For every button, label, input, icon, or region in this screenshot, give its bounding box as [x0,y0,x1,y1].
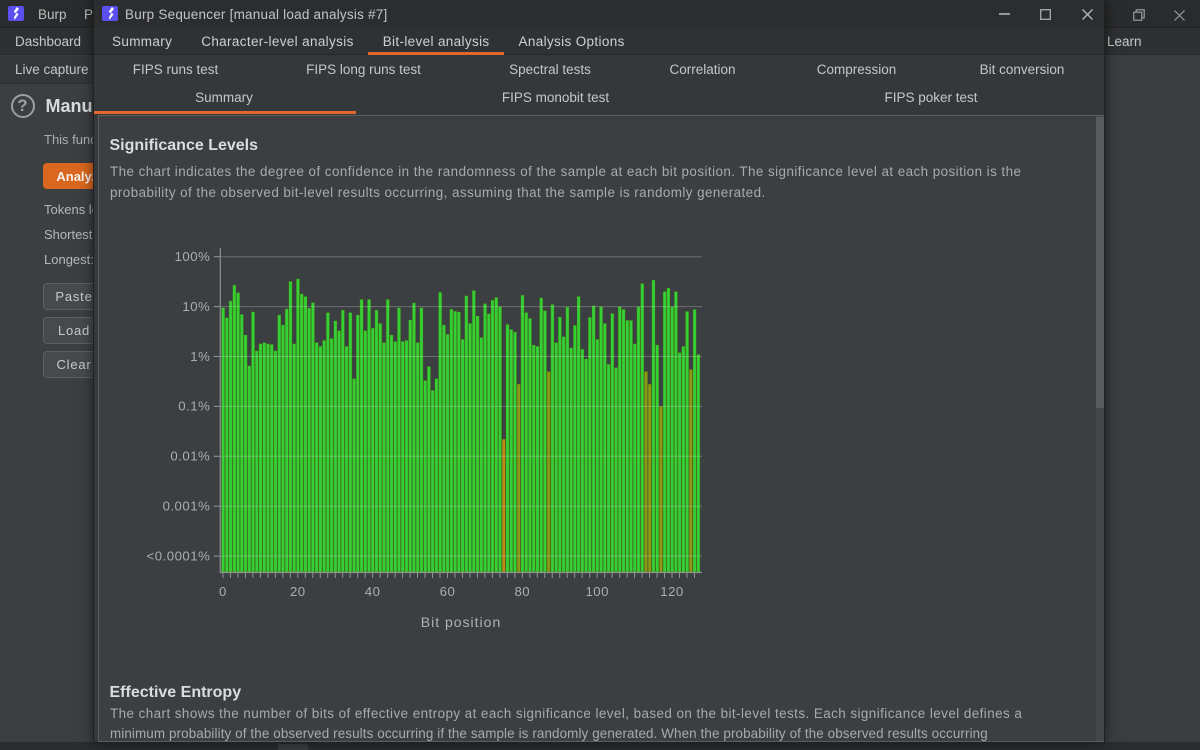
tab-dashboard[interactable]: Dashboard [15,34,81,49]
subtab-fips-poker-test[interactable]: FIPS poker test [884,90,977,105]
restore-window-icon[interactable] [1133,9,1145,21]
svg-text:0: 0 [218,584,226,599]
background-right-panel [1105,56,1200,742]
subtab-spectral-tests[interactable]: Spectral tests [509,62,591,77]
summary-report-panel: Significance Levels The chart indicates … [97,114,1104,742]
scrollbar[interactable] [1095,115,1104,741]
tab-character-level-analysis[interactable]: Character-level analysis [187,28,368,55]
subtab-correlation[interactable]: Correlation [669,62,735,77]
svg-text:20: 20 [289,584,305,599]
close-window-icon[interactable] [1082,9,1093,20]
subtab-fips-monobit-test[interactable]: FIPS monobit test [502,90,609,105]
svg-text:40: 40 [364,584,380,599]
longest-label: Longest: [44,252,94,267]
menu-burp[interactable]: Burp [38,7,67,22]
svg-text:80: 80 [514,584,530,599]
tab-bit-level-analysis[interactable]: Bit-level analysis [368,28,504,55]
svg-text:Bit position: Bit position [420,614,500,630]
svg-text:<0.0001%: <0.0001% [146,548,210,563]
effective-entropy-heading: Effective Entropy [109,684,242,701]
subtab-bit-conversion[interactable]: Bit conversion [980,62,1065,77]
subtab-fips-runs-test[interactable]: FIPS runs test [133,62,219,77]
svg-text:100%: 100% [174,249,210,264]
subtab-compression[interactable]: Compression [817,62,897,77]
selected-subtab-underline [94,110,356,114]
minimize-window-icon[interactable] [998,13,1010,15]
dialog-titlebar[interactable]: Burp Sequencer [manual load analysis #7] [94,0,1104,28]
effective-entropy-text: The chart shows the number of bits of ef… [110,705,1023,742]
svg-text:60: 60 [439,584,455,599]
tab-summary[interactable]: Summary [98,28,187,55]
svg-text:10%: 10% [182,298,210,313]
background-subtabs: Live capture [0,56,93,84]
svg-text:0.001%: 0.001% [162,498,210,513]
subtab-fips-long-runs-test[interactable]: FIPS long runs test [306,62,421,77]
subtab-live-capture[interactable]: Live capture [15,62,89,77]
burp-logo-icon [102,6,118,21]
manual-load-sidebar: ? Manual load This function allows you t… [0,84,936,742]
svg-text:1%: 1% [190,348,210,363]
shortest-label: Shortest: [44,227,97,242]
significance-levels-chart: 100% 10% 1% 0.1% 0.01% 0.001% <0.0001% 0 20 40 60 8… [146,247,702,630]
close-window-icon[interactable] [1174,10,1185,21]
dialog-title: Burp Sequencer [manual load analysis #7] [125,7,388,22]
scrollbar-thumb[interactable] [1095,117,1104,408]
svg-text:100: 100 [585,584,609,599]
dialog-subtabs: FIPS runs test FIPS long runs test Spect… [94,55,1104,114]
svg-text:0.1%: 0.1% [178,398,210,413]
tab-learn[interactable]: Learn [1107,34,1142,49]
burp-logo-icon [7,6,24,21]
sequencer-analysis-window: Burp Sequencer [manual load analysis #7]… [93,0,1105,742]
background-bottom-strip [0,742,1200,750]
taskbar-peek [278,744,308,750]
help-icon[interactable]: ? [10,94,35,118]
svg-text:120: 120 [660,584,684,599]
tab-analysis-options[interactable]: Analysis Options [504,28,639,55]
maximize-window-icon[interactable] [1039,9,1051,20]
subtab-summary[interactable]: Summary [195,90,253,105]
svg-text:0.01%: 0.01% [170,448,210,463]
dialog-tabs: Summary Character-level analysis Bit-lev… [94,28,1104,55]
